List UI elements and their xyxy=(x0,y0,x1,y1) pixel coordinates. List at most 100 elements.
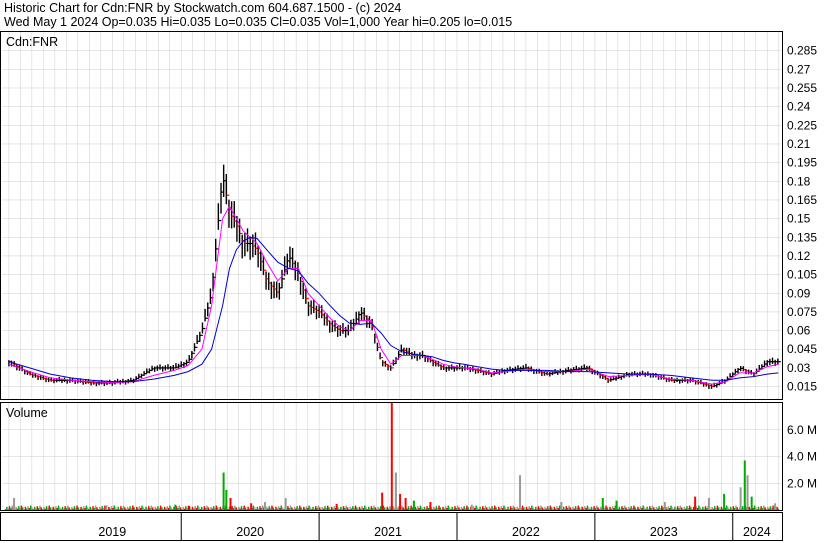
volume-bar xyxy=(116,509,118,510)
volume-bar xyxy=(76,505,78,510)
volume-bar xyxy=(544,506,546,510)
volume-bar xyxy=(33,506,36,510)
volume-bar xyxy=(554,508,557,510)
volume-bar xyxy=(603,507,606,510)
volume-bar xyxy=(202,508,204,510)
volume-bar xyxy=(293,506,296,510)
volume-bar xyxy=(330,506,333,510)
volume-bar xyxy=(462,508,464,510)
volume-bar xyxy=(552,509,554,510)
volume-bar xyxy=(507,506,509,510)
volume-bar xyxy=(401,505,403,510)
volume-bar xyxy=(73,506,76,510)
volume-bar xyxy=(243,505,245,510)
volume-bar xyxy=(134,509,137,510)
volume-bar xyxy=(364,505,366,510)
volume-bar xyxy=(725,505,728,510)
volume-bar xyxy=(474,507,476,510)
volume-bar xyxy=(4,509,7,510)
volume-bar xyxy=(150,505,153,510)
volume-bar xyxy=(340,506,342,510)
price-ytick-label: 0.195 xyxy=(787,156,817,170)
volume-bar xyxy=(631,507,634,510)
volume-bar xyxy=(129,506,131,510)
volume-bar xyxy=(231,506,233,510)
volume-bar xyxy=(750,496,753,510)
price-bars xyxy=(8,164,781,389)
volume-bar xyxy=(257,508,260,510)
volume-bar xyxy=(546,506,549,510)
volume-bar xyxy=(625,507,627,510)
volume-bar xyxy=(27,506,29,510)
volume-bar xyxy=(56,507,58,510)
volume-bar xyxy=(57,505,60,510)
volume-bar xyxy=(191,506,194,510)
volume-bar xyxy=(670,505,672,510)
volume-bar xyxy=(383,507,386,510)
volume-bar xyxy=(523,507,525,510)
volume-bar xyxy=(93,507,96,510)
volume-bar xyxy=(774,503,777,510)
volume-bar xyxy=(64,506,66,510)
volume-bar xyxy=(203,506,206,510)
volume-bar xyxy=(635,509,638,510)
volume-bar xyxy=(252,505,255,510)
volume-bar xyxy=(706,507,708,510)
volume-bar xyxy=(702,506,704,510)
volume-bar xyxy=(686,506,688,510)
volume-bar xyxy=(527,508,529,510)
volume-bar xyxy=(690,507,692,510)
volume-bar xyxy=(219,506,222,510)
price-ytick-label: 0.075 xyxy=(787,305,817,319)
volume-bar xyxy=(8,506,11,510)
volume-bar xyxy=(733,507,736,510)
volume-bar xyxy=(438,505,440,510)
volume-bar xyxy=(279,507,281,510)
volume-bar xyxy=(29,505,32,510)
price-ytick-label: 0.18 xyxy=(787,174,811,188)
volume-bar xyxy=(728,509,731,510)
volume-bar xyxy=(513,507,516,510)
price-y-axis: 0.015 0.03 0.045 0.06 0.075 0.09 0.105 0.12 0.13… xyxy=(787,44,817,394)
volume-bar xyxy=(569,507,572,510)
volume-bar xyxy=(208,509,211,510)
price-ytick-label: 0.21 xyxy=(787,137,811,151)
volume-bar xyxy=(246,509,248,510)
volume-bar xyxy=(657,508,659,510)
volume-bar xyxy=(509,506,512,510)
volume-bar xyxy=(387,508,390,510)
volume-bar xyxy=(301,509,304,510)
volume-bar xyxy=(622,507,625,510)
volume-bar xyxy=(182,506,184,510)
volume-bar xyxy=(21,507,24,510)
volume-bar xyxy=(529,507,532,510)
volume-bar xyxy=(356,507,358,510)
volume-bar xyxy=(381,492,384,510)
volume-bar xyxy=(60,509,62,510)
volume-bar xyxy=(573,508,575,510)
volume-bar xyxy=(484,505,487,510)
volume-bar xyxy=(110,506,113,510)
volume-bar xyxy=(432,506,435,510)
volume-bar xyxy=(260,507,263,510)
volume-bar xyxy=(630,506,633,510)
volume-bar xyxy=(345,505,347,510)
volume-bar xyxy=(663,501,666,510)
volume-bar xyxy=(712,508,715,510)
volume-bar xyxy=(68,507,70,510)
volume-bar xyxy=(263,501,266,510)
volume-bar xyxy=(284,497,287,510)
volume-bar xyxy=(692,506,695,510)
volume-bar xyxy=(238,506,240,510)
volume-bar xyxy=(543,509,545,510)
volume-bar xyxy=(448,507,451,510)
volume-bar xyxy=(653,507,655,510)
volume-bar xyxy=(772,505,774,510)
volume-bar xyxy=(273,509,276,510)
volume-bar xyxy=(732,506,735,510)
volume-bar xyxy=(204,507,207,510)
price-ytick-label: 0.135 xyxy=(787,230,817,244)
volume-bar xyxy=(528,506,530,510)
volume-bar xyxy=(92,506,94,510)
volume-bar xyxy=(65,507,68,510)
